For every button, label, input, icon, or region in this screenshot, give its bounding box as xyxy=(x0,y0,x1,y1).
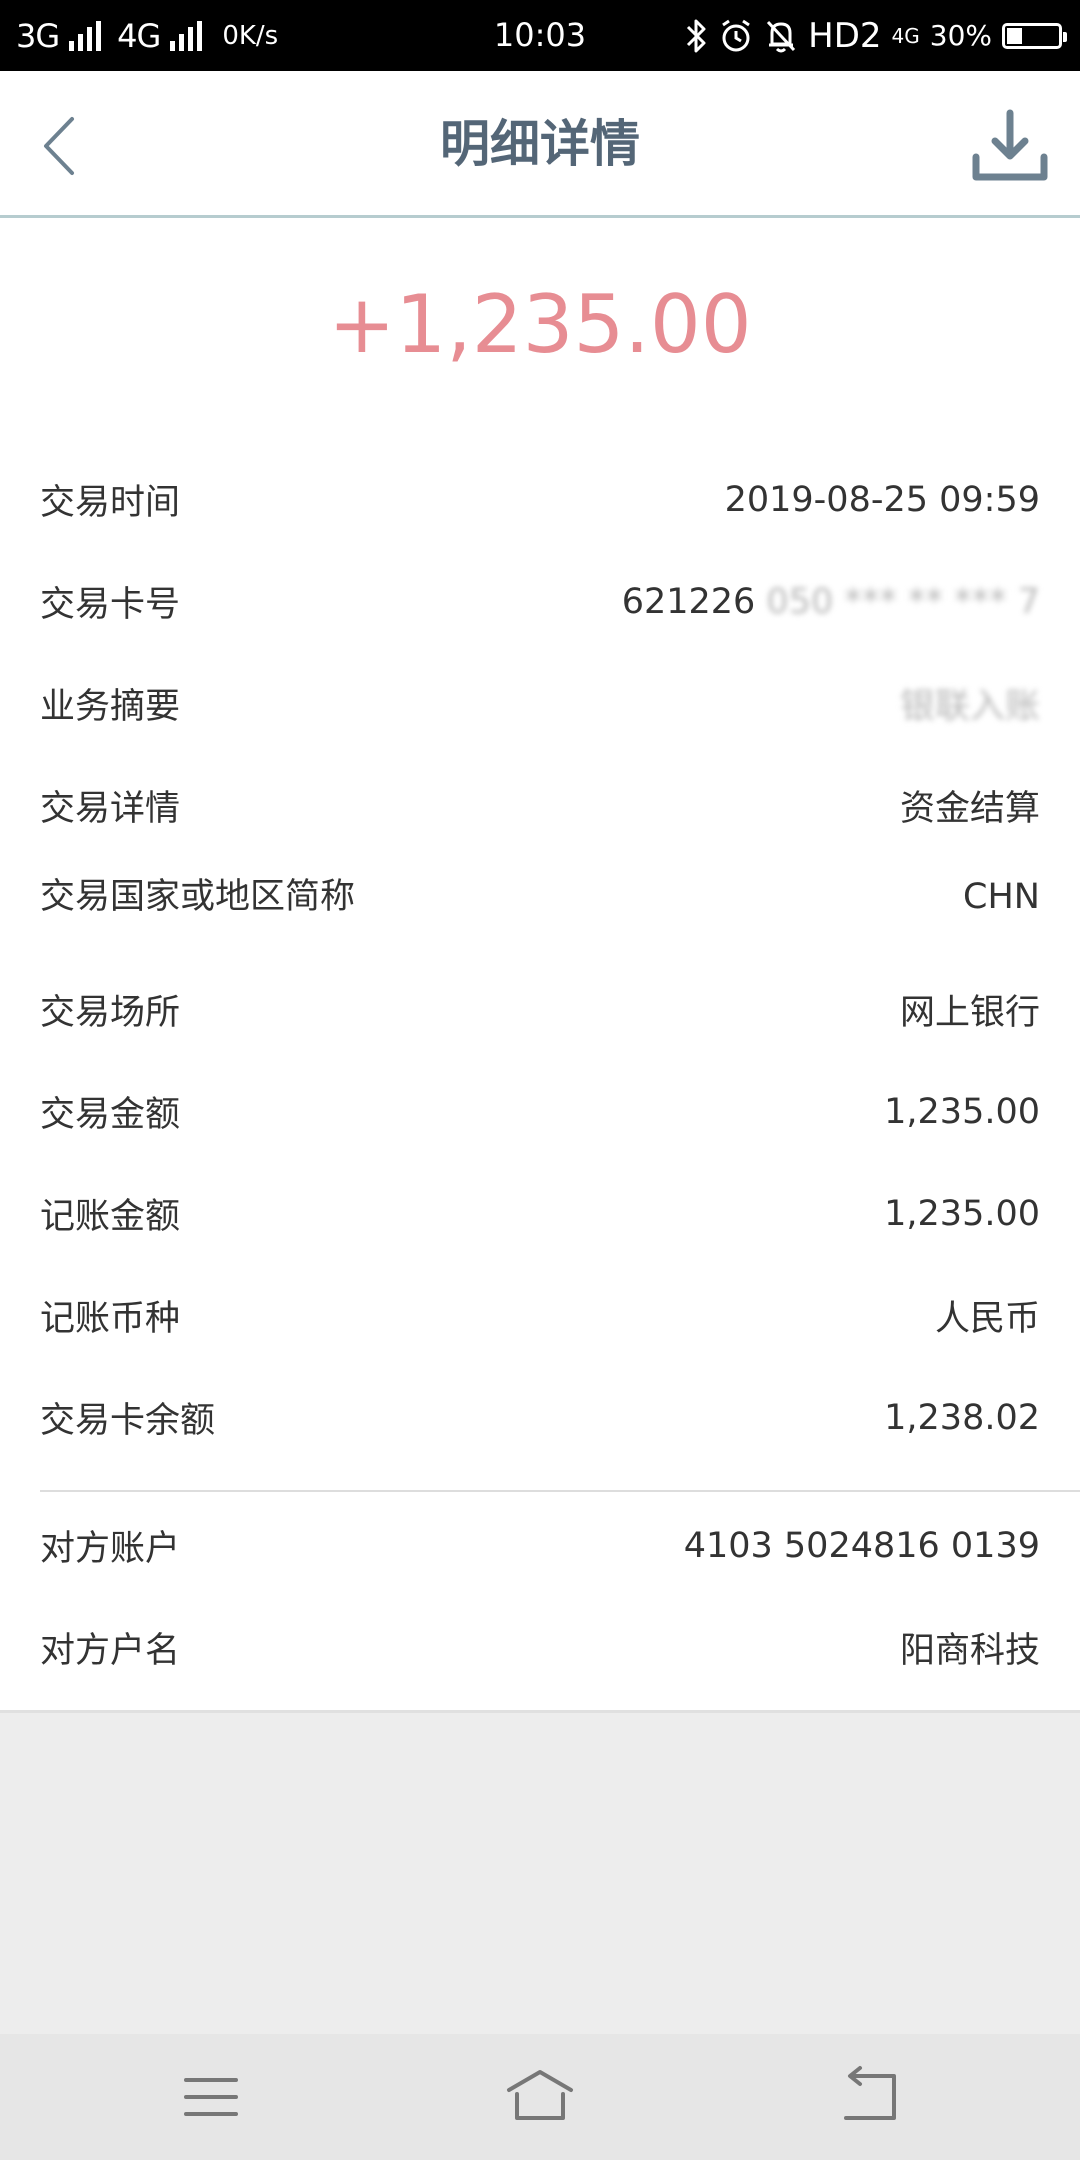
status-bar: 3G 4G 0K/s 10:03 HD2 4G 30% xyxy=(0,0,1080,71)
detail-label: 交易金额 xyxy=(40,1095,181,1135)
menu-button[interactable] xyxy=(176,2062,246,2132)
detail-row-card-number: 交易卡号 621226 050 *** ** *** 7 xyxy=(40,576,1040,627)
detail-value: 1,238.02 xyxy=(884,1397,1040,1438)
detail-value-masked: 银联入账 xyxy=(899,687,1040,727)
detail-row-balance: 交易卡余额 1,238.02 xyxy=(40,1392,1040,1443)
detail-value: 1,235.00 xyxy=(884,1091,1040,1132)
battery-icon xyxy=(1002,22,1067,49)
transaction-amount: +1,235.00 xyxy=(328,278,752,371)
detail-label: 交易卡号 xyxy=(40,585,181,625)
detail-value: 2019-08-25 09:59 xyxy=(724,479,1040,520)
detail-value-card: 621226 050 *** ** *** 7 xyxy=(622,582,1040,622)
section-divider xyxy=(40,1490,1080,1492)
detail-row-description: 交易详情 资金结算 xyxy=(40,780,1040,831)
detail-label: 交易国家或地区简称 xyxy=(40,877,356,917)
network-type-3: 4G xyxy=(891,23,920,48)
alarm-icon xyxy=(722,19,750,51)
detail-label: 交易场所 xyxy=(40,993,181,1033)
mute-notification-icon xyxy=(767,20,796,52)
detail-label: 对方账户 xyxy=(40,1529,181,1569)
detail-value: 1,235.00 xyxy=(884,1193,1040,1234)
home-button[interactable] xyxy=(505,2062,575,2132)
system-nav-bar xyxy=(0,2034,1080,2160)
detail-label: 记账币种 xyxy=(40,1299,181,1339)
detail-value: 阳商科技 xyxy=(899,1631,1040,1671)
hd-indicator: HD2 xyxy=(808,15,882,56)
chevron-left-icon xyxy=(44,117,74,175)
download-icon xyxy=(972,109,1048,181)
return-button[interactable] xyxy=(834,2062,904,2132)
status-right: HD2 4G 30% xyxy=(686,0,1067,71)
back-button[interactable] xyxy=(30,111,100,181)
detail-value: 4103 5024816 0139 xyxy=(683,1525,1040,1566)
detail-label: 业务摘要 xyxy=(40,687,181,727)
detail-row-country: 交易国家或地区简称 CHN xyxy=(40,876,1040,918)
detail-value: 人民币 xyxy=(934,1299,1040,1339)
home-icon xyxy=(507,2070,573,2120)
detail-label: 对方户名 xyxy=(40,1631,181,1671)
menu-icon xyxy=(184,2078,238,2116)
detail-value: CHN xyxy=(963,877,1040,917)
detail-value: 资金结算 xyxy=(899,789,1040,829)
detail-label: 记账金额 xyxy=(40,1197,181,1237)
card-number-visible: 621226 xyxy=(621,581,767,622)
return-icon xyxy=(844,2066,896,2120)
detail-row-summary: 业务摘要 银联入账 xyxy=(40,678,1040,729)
detail-label: 交易详情 xyxy=(40,789,181,829)
detail-label: 交易时间 xyxy=(40,483,181,523)
page-title: 明细详情 xyxy=(440,115,640,173)
detail-row-transaction-amount: 交易金额 1,235.00 xyxy=(40,1086,1040,1137)
detail-row-posted-amount: 记账金额 1,235.00 xyxy=(40,1188,1040,1239)
detail-row-counterparty-account: 对方账户 4103 5024816 0139 xyxy=(40,1520,1040,1571)
battery-percent: 30% xyxy=(929,19,992,52)
detail-value: 网上银行 xyxy=(899,993,1040,1033)
detail-row-venue: 交易场所 网上银行 xyxy=(40,984,1040,1035)
detail-row-currency: 记账币种 人民币 xyxy=(40,1290,1040,1341)
battery-fill xyxy=(1007,27,1022,44)
card-number-masked: 050 *** ** *** 7 xyxy=(766,581,1040,622)
detail-row-time: 交易时间 2019-08-25 09:59 xyxy=(40,474,1040,525)
header: 明细详情 xyxy=(0,71,1080,218)
bluetooth-icon xyxy=(687,19,706,52)
detail-card: +1,235.00 交易时间 2019-08-25 09:59 交易卡号 621… xyxy=(0,218,1080,1713)
download-button[interactable] xyxy=(970,107,1050,187)
detail-label: 交易卡余额 xyxy=(40,1401,216,1441)
detail-row-counterparty-name: 对方户名 阳商科技 xyxy=(40,1622,1040,1673)
